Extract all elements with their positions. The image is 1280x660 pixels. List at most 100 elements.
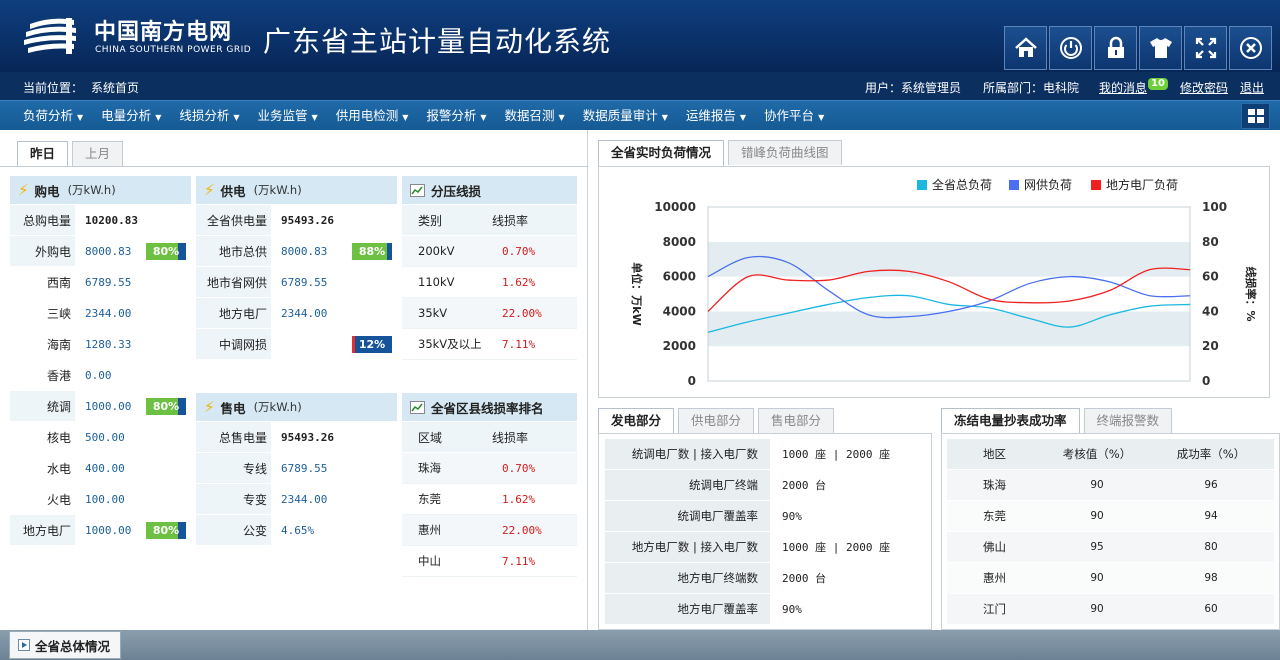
row-label: 火电	[10, 484, 75, 514]
tab-realtime-load[interactable]: 全省实时负荷情况	[598, 140, 725, 166]
row-label: 海南	[10, 329, 75, 359]
skin-button[interactable]	[1139, 26, 1182, 70]
menu-item-label: 运维报告	[685, 108, 736, 123]
y-axis-label: 单位：万kW	[630, 262, 644, 325]
logout-link[interactable]: 退出	[1240, 79, 1264, 96]
change-password-link[interactable]: 修改密码	[1180, 79, 1228, 96]
footer-tab[interactable]: 全省总体情况	[9, 631, 122, 659]
grid-band	[708, 346, 1190, 381]
row-value: 2344.00	[281, 306, 328, 320]
menu-item[interactable]: 供用电检测 ▼	[327, 101, 418, 131]
y-tick-label: 6000	[663, 270, 696, 284]
summary-row: 地市省网供 6789.55	[196, 267, 397, 298]
menu-item[interactable]: 线损分析 ▼	[170, 101, 248, 131]
row-label: 地市省网供	[196, 267, 271, 297]
menu-item-label: 供用电检测	[335, 108, 399, 123]
tab-supply[interactable]: 供电部分	[678, 408, 755, 433]
generation-row: 统调电厂终端 2000 台	[605, 470, 925, 501]
y2-axis-label: 线损率：%	[1244, 266, 1258, 321]
breadcrumb: 当前位置： 系统首页	[23, 79, 139, 96]
user-name: 系统管理员	[900, 81, 961, 95]
cell-target: 90	[1090, 603, 1104, 615]
row-label: 35kV及以上	[418, 337, 482, 351]
lock-button[interactable]	[1094, 26, 1137, 70]
breadcrumb-current: 系统首页	[91, 81, 140, 95]
messages-link[interactable]: 我的消息	[1099, 79, 1147, 96]
menu-item[interactable]: 数据质量审计 ▼	[574, 101, 677, 131]
menu-item[interactable]: 报警分析 ▼	[417, 101, 495, 131]
voltage-loss-columns: 类别 线损率	[402, 205, 577, 236]
csg-logo-icon	[24, 18, 76, 54]
menu-item[interactable]: 数据召测 ▼	[496, 101, 574, 131]
exit-button[interactable]	[1229, 26, 1272, 70]
grid-view-button[interactable]	[1241, 103, 1270, 129]
progress-bar: 12%	[352, 335, 392, 353]
tab-generation[interactable]: 发电部分	[598, 408, 675, 434]
fullscreen-button[interactable]	[1184, 26, 1227, 70]
y2-tick-label: 80	[1202, 235, 1219, 249]
y2-tick-label: 60	[1202, 270, 1219, 284]
row-value: 90%	[782, 602, 802, 616]
cell-area: 江门	[983, 602, 1006, 616]
col-target: 考核值（%）	[1062, 447, 1132, 461]
tab-last-month[interactable]: 上月	[72, 141, 124, 166]
footer-bar: 全省总体情况	[0, 630, 1280, 660]
summary-row: 西南 6789.55	[10, 267, 191, 298]
menu-item[interactable]: 业务监管 ▼	[249, 101, 327, 131]
purchase-header: ⚡ 购电 (万kW.h)	[10, 176, 191, 205]
row-label: 公变	[196, 515, 271, 545]
row-value: 1000 座 | 2000 座	[782, 448, 891, 461]
power-icon	[1059, 37, 1082, 59]
menu-item-label: 报警分析	[426, 108, 477, 123]
lightning-icon: ⚡	[204, 398, 215, 416]
summary-row: 三峡 2344.00	[10, 298, 191, 329]
row-value: 7.11%	[502, 337, 536, 351]
menu-item[interactable]: 协作平台 ▼	[755, 101, 833, 131]
row-label: 总购电量	[10, 205, 75, 235]
progress-label: 12%	[358, 337, 386, 351]
y-tick-label: 10000	[654, 200, 696, 214]
home-button[interactable]	[1004, 26, 1047, 70]
sales-header: ⚡ 售电 (万kW.h)	[196, 393, 397, 422]
tab-terminal-alarms[interactable]: 终端报警数	[1083, 408, 1173, 433]
menu-item[interactable]: 电量分析 ▼	[92, 101, 170, 131]
row-label: 35kV	[418, 306, 448, 320]
table-row: 东莞 90 94	[947, 501, 1274, 532]
menu-item[interactable]: 负荷分析 ▼	[14, 101, 92, 131]
supply-unit: (万kW.h)	[253, 183, 302, 197]
row-value: 22.00%	[502, 523, 542, 537]
sales-unit: (万kW.h)	[253, 400, 302, 414]
summary-row: 水电 400.00	[10, 453, 191, 484]
y2-tick-label: 100	[1202, 200, 1227, 214]
tab-sales[interactable]: 售电部分	[758, 408, 835, 433]
tab-yesterday[interactable]: 昨日	[17, 141, 69, 167]
row-label: 外购电	[10, 236, 75, 266]
breadcrumb-bar: 当前位置： 系统首页 用户： 系统管理员 所属部门： 电科院 我的消息 10 修改密码 …	[0, 72, 1280, 100]
row-value: 100.00	[85, 492, 125, 506]
menu-item-label: 数据质量审计	[582, 108, 658, 123]
row-value: 0.70%	[502, 461, 536, 475]
cell-success: 96	[1204, 479, 1218, 491]
row-value: 1000.00	[85, 399, 132, 413]
row-value: 0.00	[85, 368, 112, 382]
generation-row: 地方电厂覆盖率 90%	[605, 594, 925, 625]
grid-icon	[1247, 109, 1264, 123]
row-label: 专线	[196, 453, 271, 483]
tab-peak-shift-curve[interactable]: 错峰负荷曲线图	[728, 140, 842, 165]
legend-swatch	[1091, 180, 1101, 190]
power-button[interactable]	[1049, 26, 1092, 70]
row-label: 地方电厂数 | 接入电厂数	[605, 532, 770, 562]
row-label: 专变	[196, 484, 271, 514]
tab-freeze-read-rate[interactable]: 冻结电量抄表成功率	[941, 408, 1080, 434]
summary-row: 专线 6789.55	[196, 453, 397, 484]
row-label: 三峡	[10, 298, 75, 328]
progress-label: 80%	[152, 523, 180, 537]
cell-success: 80	[1204, 541, 1218, 553]
lightning-icon: ⚡	[18, 181, 29, 199]
cell-success: 98	[1204, 572, 1218, 584]
row-value: 1.62%	[502, 492, 536, 506]
cell-target: 90	[1090, 572, 1104, 584]
summary-row: 专变 2344.00	[196, 484, 397, 515]
supply-title: 供电	[220, 183, 246, 199]
menu-item[interactable]: 运维报告 ▼	[677, 101, 755, 131]
